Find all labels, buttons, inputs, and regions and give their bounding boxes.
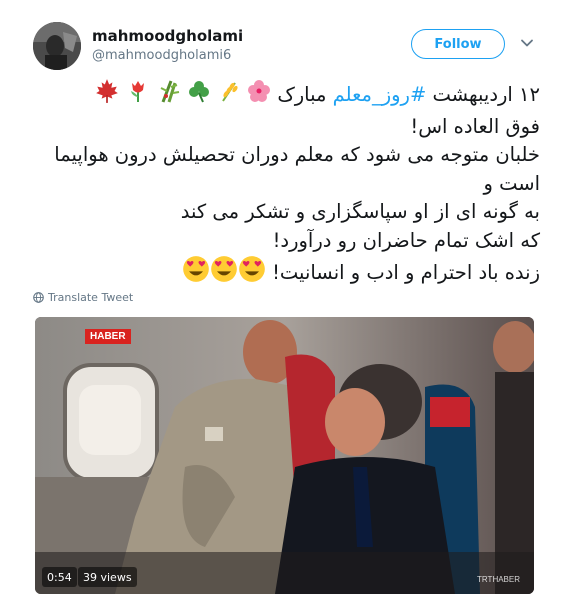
avatar[interactable] xyxy=(33,22,81,70)
heart-eyes-icon xyxy=(210,255,238,292)
tulip-icon xyxy=(126,79,150,112)
channel-watermark: TRTHABER xyxy=(477,575,520,584)
chevron-down-icon[interactable] xyxy=(520,36,534,50)
tweet-text-segment: زنده باد احترام و ادب و انسانیت! xyxy=(272,260,540,284)
heart-eyes-icon xyxy=(182,255,210,292)
tweet-line-7: زنده باد احترام و ادب و انسانیت! xyxy=(30,255,540,292)
user-display-name[interactable]: mahmoodgholami xyxy=(92,27,243,45)
follow-button[interactable]: Follow xyxy=(411,29,505,59)
tweet-date-text: ۱۲ اردیبهشت xyxy=(432,82,540,106)
translate-tweet-label: Translate Tweet xyxy=(48,291,134,304)
tweet-line-4: است و xyxy=(483,171,540,195)
tweet-line-6: که اشک تمام حاضران رو درآورد! xyxy=(272,228,540,252)
video-view-count: 39 views xyxy=(78,567,137,587)
wheat-icon xyxy=(217,79,241,112)
hibiscus-icon xyxy=(247,79,271,112)
video-frame xyxy=(35,317,534,594)
tweet-line-3: خلبان متوجه می شود که معلم دوران تحصیلش … xyxy=(54,143,540,166)
user-handle[interactable]: @mahmoodgholami6 xyxy=(92,48,231,63)
tweet-line-1: ۱۲ اردیبهشت #روز_معلم مبارک xyxy=(30,78,540,113)
tweet-text-segment: مبارک xyxy=(277,82,327,106)
translate-tweet-link[interactable]: Translate Tweet xyxy=(33,291,133,304)
tweet-text: ۱۲ اردیبهشت #روز_معلم مبارک فوق العاده ا… xyxy=(30,78,540,292)
maple-leaf-icon xyxy=(94,78,120,113)
tweet-line-2: فوق العاده اس! xyxy=(410,114,540,138)
globe-icon xyxy=(33,292,44,303)
hashtag-link[interactable]: #روز_معلم xyxy=(333,83,427,106)
channel-logo: HABER xyxy=(85,329,131,344)
video-player[interactable]: HABER TRTHABER 0:54 39 views xyxy=(35,317,534,594)
bamboo-icon xyxy=(157,79,181,112)
video-duration: 0:54 xyxy=(42,567,77,587)
tweet-line-5: به گونه ای از او سپاسگزاری و تشکر می کند xyxy=(180,200,540,223)
avatar-image xyxy=(33,22,81,70)
heart-eyes-icon xyxy=(238,255,266,292)
shamrock-icon xyxy=(187,79,211,112)
